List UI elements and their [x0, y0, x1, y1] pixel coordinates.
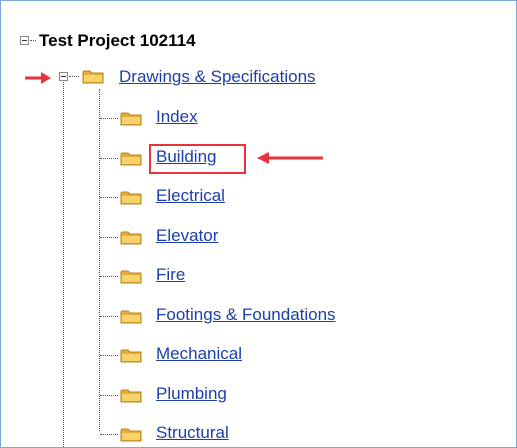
annotation-arrow-left — [25, 72, 51, 84]
folder-icon — [120, 230, 142, 245]
annotation-highlight-box — [149, 144, 246, 174]
tree-connector — [30, 40, 36, 41]
tree-connector — [100, 395, 118, 396]
tree-connector — [100, 276, 118, 277]
tree-connector — [100, 355, 118, 356]
tree-connector — [99, 89, 100, 431]
tree-panel: Test Project 102114 Drawings & Specifica… — [0, 0, 517, 448]
tree-item-plumbing[interactable]: Plumbing — [156, 384, 227, 404]
folder-icon — [82, 69, 104, 84]
tree-connector — [69, 76, 79, 77]
tree-connector — [100, 158, 118, 159]
tree-connector — [100, 197, 118, 198]
tree-item-structural[interactable]: Structural — [156, 423, 229, 443]
annotation-arrow-right — [257, 152, 323, 164]
tree-item-fire[interactable]: Fire — [156, 265, 185, 285]
folder-icon — [120, 111, 142, 126]
root-project-title: Test Project 102114 — [39, 31, 196, 50]
tree-connector — [100, 237, 118, 238]
folder-icon — [120, 269, 142, 284]
folder-icon — [120, 190, 142, 205]
folder-collapse-icon[interactable] — [59, 72, 68, 81]
folder-icon — [120, 427, 142, 442]
folder-icon — [120, 388, 142, 403]
tree-item-elevator[interactable]: Elevator — [156, 226, 218, 246]
tree-item-footings-foundations[interactable]: Footings & Foundations — [156, 305, 336, 325]
tree-item-mechanical[interactable]: Mechanical — [156, 344, 242, 364]
tree-connector — [63, 82, 64, 447]
folder-drawings-specifications[interactable]: Drawings & Specifications — [119, 67, 316, 87]
tree-item-electrical[interactable]: Electrical — [156, 186, 225, 206]
tree-connector — [100, 434, 118, 435]
tree-item-index[interactable]: Index — [156, 107, 198, 127]
tree-connector — [100, 316, 118, 317]
tree-connector — [100, 118, 118, 119]
folder-icon — [120, 309, 142, 324]
root-collapse-icon[interactable] — [20, 36, 29, 45]
folder-icon — [120, 151, 142, 166]
folder-icon — [120, 348, 142, 363]
